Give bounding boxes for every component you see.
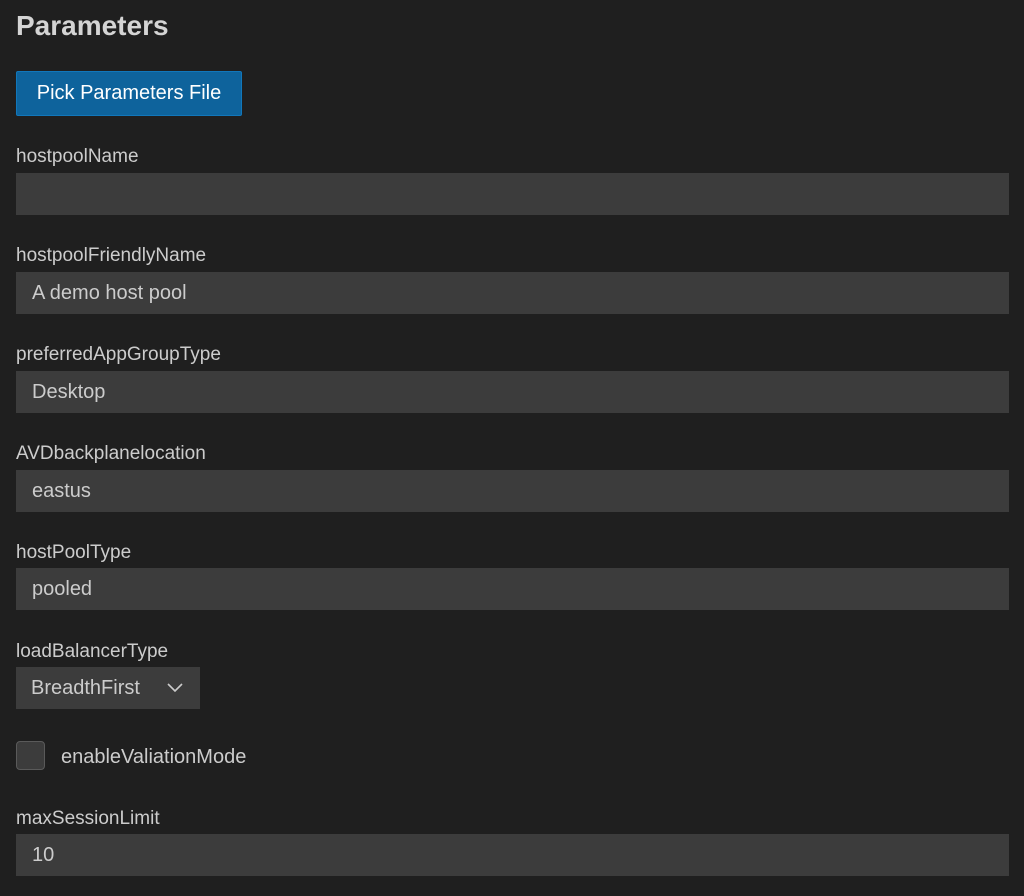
host-pool-type-input[interactable]: [16, 568, 1009, 610]
hostpool-friendly-name-input[interactable]: [16, 272, 1009, 314]
load-balancer-type-label: loadBalancerType: [16, 641, 169, 662]
enable-validation-mode-checkbox[interactable]: [16, 741, 45, 770]
load-balancer-type-select[interactable]: BreadthFirst: [16, 667, 200, 709]
avd-backplane-location-input[interactable]: [16, 470, 1009, 512]
hostpool-name-input[interactable]: [16, 173, 1009, 215]
load-balancer-type-value: BreadthFirst: [31, 676, 140, 699]
max-session-limit-input[interactable]: [16, 834, 1009, 876]
page-title: Parameters: [16, 10, 169, 41]
preferred-app-group-type-label: preferredAppGroupType: [16, 344, 221, 365]
pick-parameters-file-button[interactable]: Pick Parameters File: [16, 71, 242, 116]
preferred-app-group-type-input[interactable]: [16, 371, 1009, 413]
hostpool-friendly-name-label: hostpoolFriendlyName: [16, 245, 207, 266]
chevron-down-icon: [167, 683, 183, 693]
host-pool-type-label: hostPoolType: [16, 542, 132, 563]
max-session-limit-label: maxSessionLimit: [16, 808, 160, 829]
hostpool-name-label: hostpoolName: [16, 146, 139, 167]
enable-validation-mode-label: enableValiationMode: [61, 746, 247, 768]
avd-backplane-location-label: AVDbackplanelocation: [16, 443, 206, 464]
